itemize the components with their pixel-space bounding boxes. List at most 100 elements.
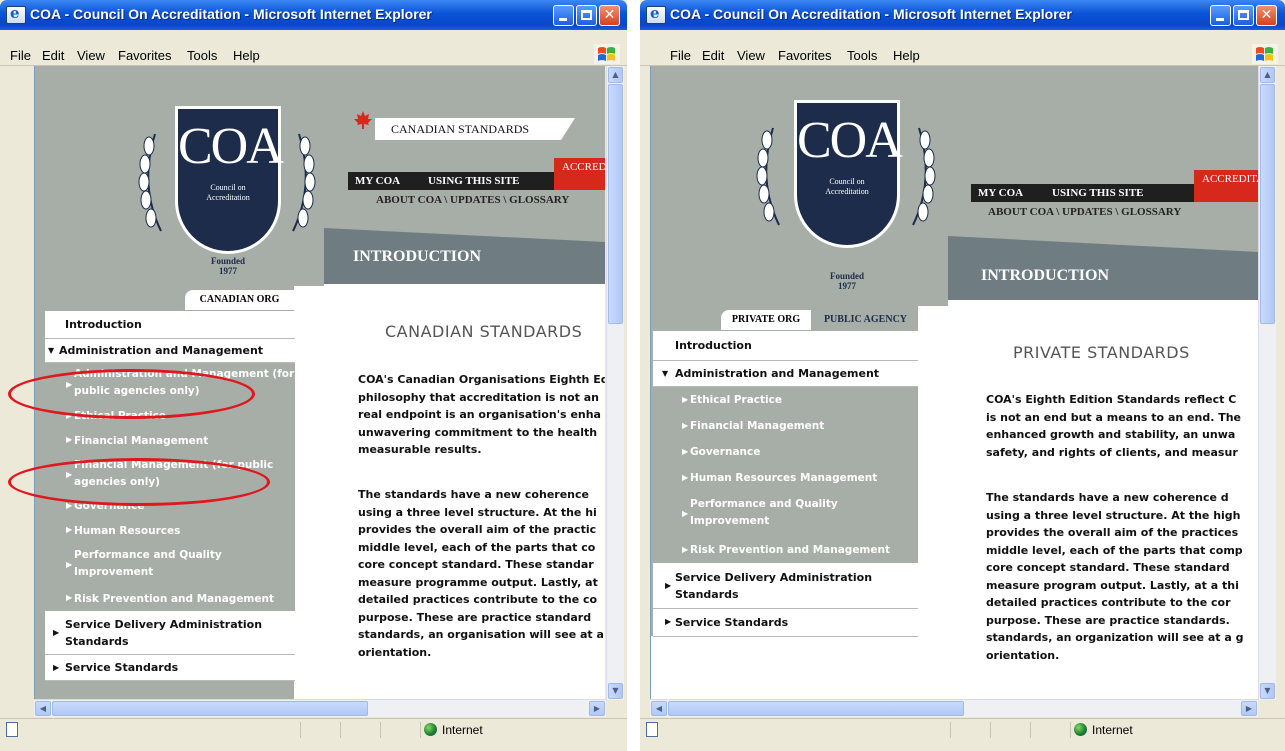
logo-founded: Founded	[829, 271, 864, 281]
horizontal-scroll-thumb[interactable]	[668, 701, 964, 716]
paragraph-line: safety, and rights of clients, and measu…	[986, 445, 1238, 459]
close-button[interactable]: ✕	[1256, 5, 1277, 26]
scroll-left-button[interactable]: ◀	[651, 701, 667, 716]
nav-using-this-site[interactable]: USING THIS SITE	[428, 175, 520, 187]
scroll-up-button[interactable]: ▲	[1260, 67, 1275, 83]
nav-introduction[interactable]: Introduction	[653, 331, 918, 361]
vertical-scrollbar[interactable]: ▲ ▼	[606, 66, 624, 700]
caret-right-icon: ▶	[66, 470, 73, 479]
scroll-thumb[interactable]	[1260, 84, 1275, 324]
section-title: INTRODUCTION	[353, 248, 482, 265]
nav-sub-label: Performance and Quality	[690, 498, 838, 510]
scroll-down-button[interactable]: ▼	[608, 683, 623, 699]
page-heading: CANADIAN STANDARDS	[385, 322, 583, 341]
scroll-right-button[interactable]: ▶	[589, 701, 605, 716]
menu-view[interactable]: View	[77, 48, 105, 63]
paragraph-line: core concept standard. These standar	[358, 558, 594, 571]
paragraph-2: The standards have a new coherence d usi…	[986, 489, 1244, 664]
windows-logo-icon	[594, 44, 620, 64]
menu-favorites[interactable]: Favorites	[118, 48, 171, 63]
nav-sub-governance[interactable]: ▶ Governance	[45, 495, 295, 519]
nav-sub-governance[interactable]: ▶ Governance	[653, 439, 918, 465]
nav-sub-label: Human Resources	[74, 525, 181, 537]
caret-right-icon: ▶	[66, 525, 73, 534]
menu-file[interactable]: File	[10, 48, 31, 63]
menu-tools[interactable]: Tools	[187, 48, 217, 63]
nav-administration-and-management[interactable]: ▼ Administration and Management	[45, 339, 295, 363]
menu-view[interactable]: View	[737, 48, 765, 63]
status-divider	[300, 722, 301, 738]
menu-help[interactable]: Help	[233, 48, 260, 63]
nav-sub-label: agencies only)	[74, 476, 160, 488]
nav-sub-risk-prevention[interactable]: ▶ Risk Prevention and Management	[653, 537, 918, 563]
chevron-right-icon: ▶	[1245, 704, 1253, 713]
nav-accreditation-label: ACCREDITATION	[562, 161, 605, 173]
nav-service-standards[interactable]: ▶ Service Standards	[45, 655, 295, 681]
caret-right-icon: ▶	[66, 380, 73, 389]
sidebar-nav: Introduction ▼ Administration and Manage…	[45, 311, 295, 700]
scroll-right-button[interactable]: ▶	[1241, 701, 1257, 716]
menu-file[interactable]: File	[670, 48, 691, 63]
menu-favorites[interactable]: Favorites	[778, 48, 831, 63]
tab-public-agency[interactable]: PUBLIC AGENCY	[813, 310, 918, 330]
nav-service-standards[interactable]: ▶ Service Standards	[653, 609, 918, 637]
nav-sub-performance-quality[interactable]: ▶ Performance and Quality Improvement	[45, 543, 295, 587]
nav-accreditation-tab[interactable]: ACCREDITATION	[1194, 170, 1259, 202]
horizontal-scrollbar[interactable]: ◀ ▶	[650, 699, 1258, 717]
caret-right-icon: ▶	[682, 545, 689, 554]
nav-sub-financial-public[interactable]: ▶ Financial Management (for public agenc…	[45, 453, 295, 495]
close-button[interactable]: ✕	[599, 5, 620, 26]
nav-sub-human-resources-management[interactable]: ▶ Human Resources Management	[653, 465, 918, 491]
horizontal-scrollbar[interactable]: ◀ ▶	[34, 699, 606, 717]
horizontal-scroll-thumb[interactable]	[52, 701, 368, 716]
tab-canadian-org[interactable]: CANADIAN ORG	[185, 290, 294, 310]
vertical-scrollbar[interactable]: ▲ ▼	[1258, 66, 1276, 700]
nav-service-delivery-administration[interactable]: ▶ Service Delivery Administration Standa…	[653, 563, 918, 609]
scroll-thumb[interactable]	[608, 84, 623, 324]
tab-private-org[interactable]: PRIVATE ORG	[721, 310, 811, 330]
minimize-button[interactable]	[553, 5, 574, 26]
nav-sub-admin-public[interactable]: ▶ Administration and Management (for pub…	[45, 363, 295, 405]
nav-introduction[interactable]: Introduction	[45, 311, 295, 339]
logo-initials: COA	[797, 112, 903, 169]
nav-service-delivery-administration[interactable]: ▶ Service Delivery Administration Standa…	[45, 611, 295, 655]
nav-sub-ethical-practice[interactable]: ▶ Ethical Practice	[653, 387, 918, 413]
status-divider	[990, 722, 991, 738]
maximize-button[interactable]	[576, 5, 597, 26]
scroll-down-button[interactable]: ▼	[1260, 683, 1275, 699]
secondary-nav[interactable]: ABOUT COA \ UPDATES \ GLOSSARY	[988, 206, 1181, 218]
window-title: COA - Council On Accreditation - Microso…	[30, 6, 432, 22]
menu-help[interactable]: Help	[893, 48, 920, 63]
nav-my-coa[interactable]: MY COA	[978, 187, 1023, 199]
scroll-up-button[interactable]: ▲	[608, 67, 623, 83]
nav-sub-ethical-practice[interactable]: ▶ Ethical Practice	[45, 405, 295, 429]
menu-edit[interactable]: Edit	[42, 48, 64, 63]
scroll-left-button[interactable]: ◀	[35, 701, 51, 716]
nav-sub-performance-quality[interactable]: ▶ Performance and Quality Improvement	[653, 491, 918, 537]
status-divider	[1030, 722, 1031, 738]
laurel-left-icon	[756, 127, 780, 226]
title-bar[interactable]: COA - Council On Accreditation - Microso…	[0, 0, 627, 30]
nav-my-coa[interactable]: MY COA	[355, 175, 400, 187]
title-bar[interactable]: COA - Council On Accreditation - Microso…	[640, 0, 1285, 30]
secondary-nav[interactable]: ABOUT COA \ UPDATES \ GLOSSARY	[376, 194, 569, 206]
minimize-button[interactable]	[1210, 5, 1231, 26]
nav-sub-label: Financial Management	[690, 420, 825, 432]
maximize-button[interactable]	[1233, 5, 1254, 26]
menu-edit[interactable]: Edit	[702, 48, 724, 63]
page-viewport: COA Council on Accreditation Founded 197…	[650, 66, 1259, 700]
menu-tools[interactable]: Tools	[847, 48, 877, 63]
canadian-standards-banner-text[interactable]: CANADIAN STANDARDS	[391, 122, 529, 137]
nav-sub-financial-management[interactable]: ▶ Financial Management	[45, 429, 295, 453]
nav-sub-financial-management[interactable]: ▶ Financial Management	[653, 413, 918, 439]
nav-using-this-site[interactable]: USING THIS SITE	[1052, 187, 1144, 199]
nav-administration-and-management[interactable]: ▼ Administration and Management	[653, 361, 918, 387]
nav-sub-label: Governance	[74, 500, 145, 512]
nav-sub-human-resources[interactable]: ▶ Human Resources	[45, 519, 295, 543]
caret-right-icon: ▶	[665, 617, 672, 626]
nav-introduction-label: Introduction	[675, 339, 752, 352]
laurel-right-icon	[292, 133, 316, 232]
nav-sub-risk-prevention[interactable]: ▶ Risk Prevention and Management	[45, 587, 295, 611]
nav-service-label: Service Standards	[65, 661, 179, 674]
nav-accreditation-tab[interactable]: ACCREDITATION	[554, 158, 605, 190]
